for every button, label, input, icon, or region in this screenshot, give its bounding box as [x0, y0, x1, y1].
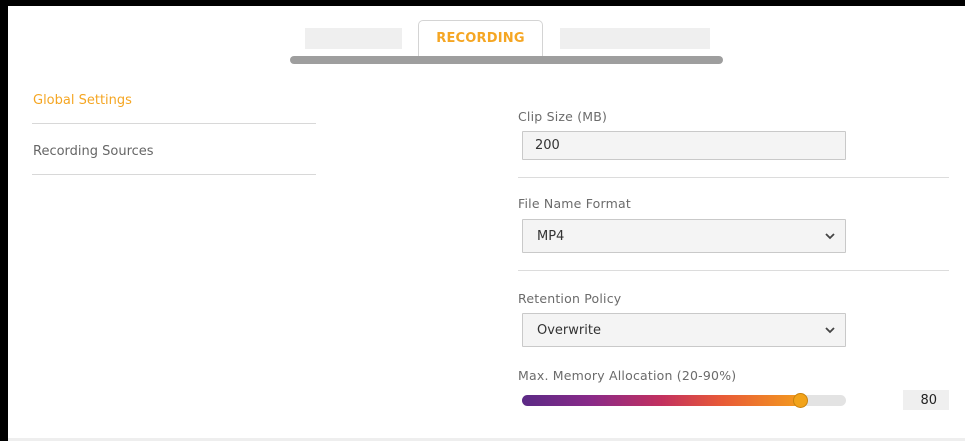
window-frame-left [0, 0, 8, 441]
divider [518, 270, 949, 271]
tab-1[interactable] [305, 28, 402, 49]
tab-3[interactable] [560, 28, 710, 49]
slider-thumb[interactable] [792, 393, 808, 408]
tab-recording[interactable]: RECORDING [418, 20, 543, 56]
sidebar-item-global-settings[interactable]: Global Settings [32, 88, 316, 124]
clip-size-label: Clip Size (MB) [518, 109, 608, 124]
file-name-format-value: MP4 [537, 228, 565, 244]
window-frame-top [0, 0, 965, 6]
sidebar-item-recording-sources[interactable]: Recording Sources [32, 139, 316, 175]
chevron-down-icon [825, 230, 835, 243]
retention-policy-value: Overwrite [537, 322, 601, 338]
file-name-format-label: File Name Format [518, 196, 631, 211]
tab-bar-underline [290, 56, 723, 64]
retention-policy-select[interactable]: Overwrite [522, 313, 846, 347]
chevron-down-icon [825, 324, 835, 337]
memory-allocation-label: Max. Memory Allocation (20-90%) [518, 368, 737, 383]
divider [518, 177, 949, 178]
clip-size-input[interactable] [522, 131, 846, 160]
slider-fill [522, 395, 800, 406]
memory-allocation-value: 80 [903, 390, 949, 410]
retention-policy-label: Retention Policy [518, 291, 622, 306]
memory-allocation-slider[interactable] [522, 393, 846, 408]
file-name-format-select[interactable]: MP4 [522, 219, 846, 253]
